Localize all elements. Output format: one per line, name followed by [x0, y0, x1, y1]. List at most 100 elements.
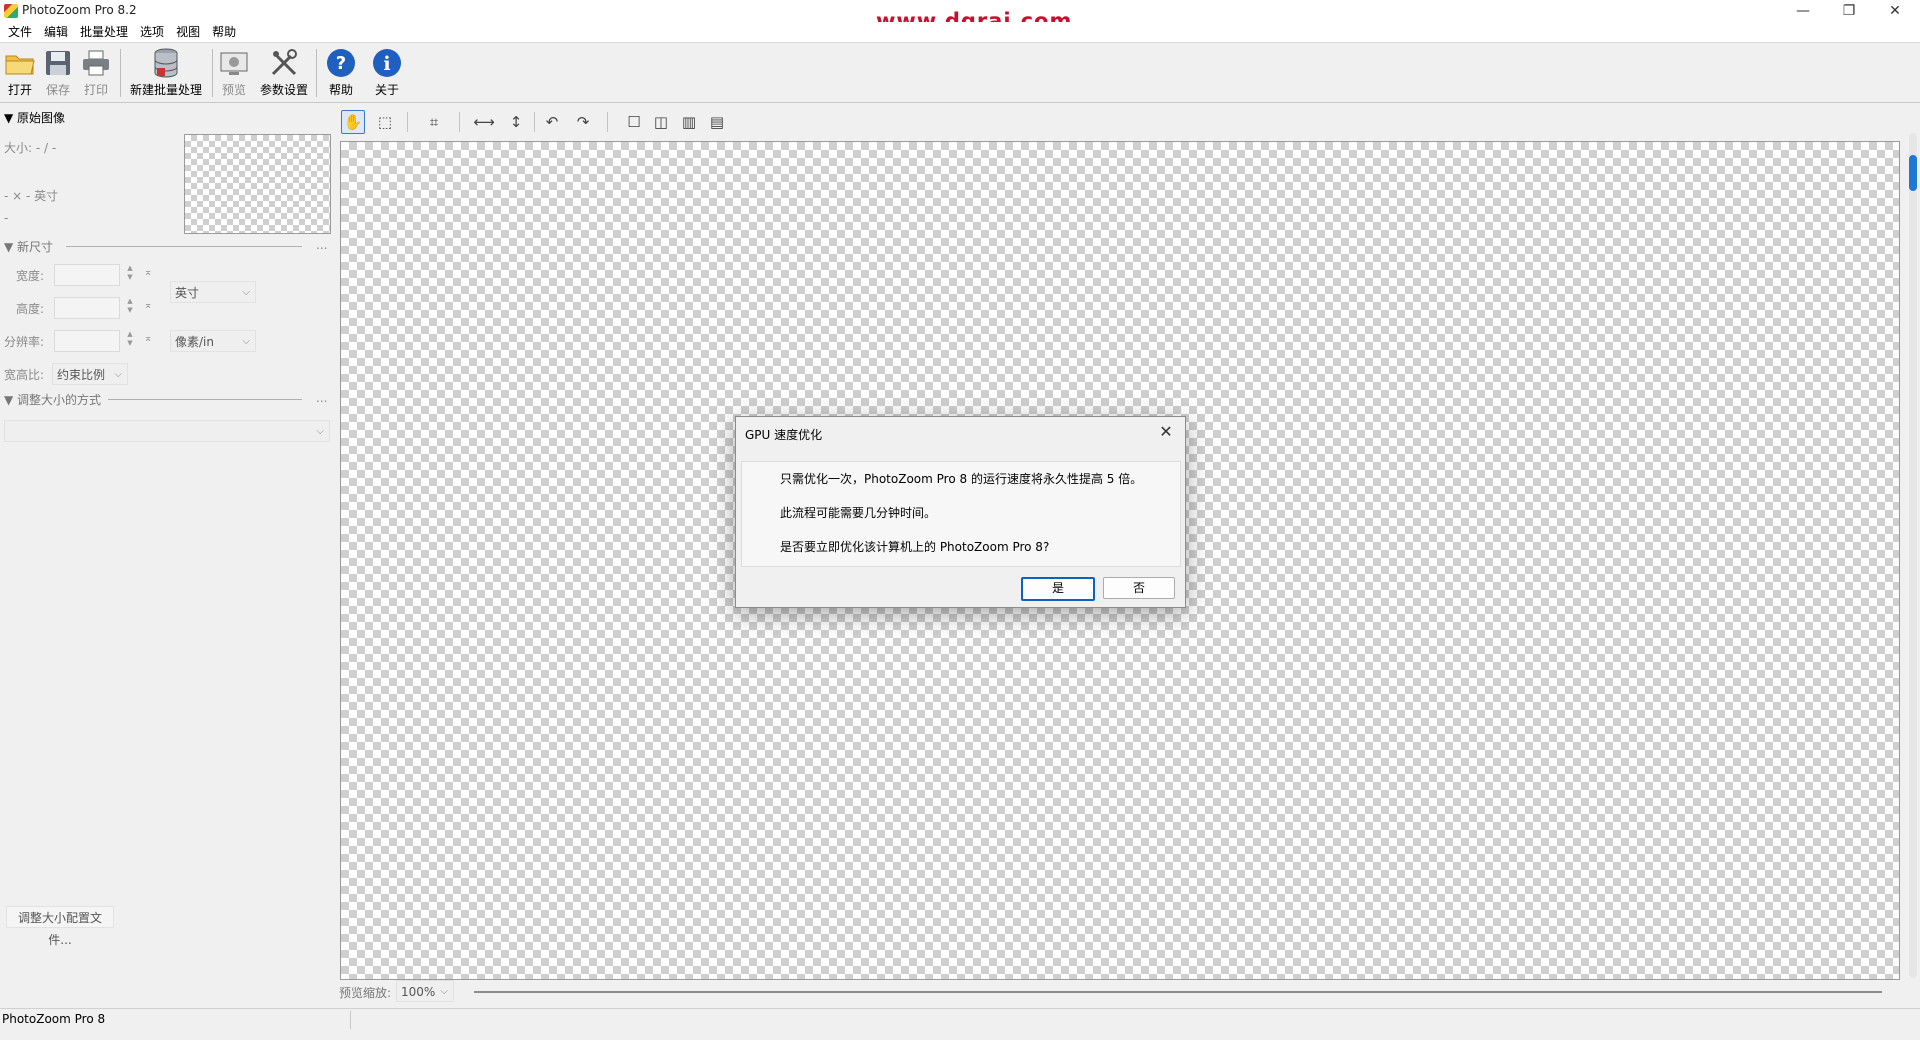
floppy-icon — [42, 47, 74, 79]
toolbar: 打开 保存 打印 新建批量处理 预览 参数设置 ? 帮助 i 关于 — [0, 43, 1920, 103]
resize-method-more[interactable]: ... — [316, 391, 327, 405]
open-button[interactable]: 打开 — [2, 45, 38, 99]
status-bar: PhotoZoom Pro 8 — [0, 1008, 1920, 1031]
lock-icon[interactable]: ⌅ — [144, 267, 152, 278]
dialog-message-line: 只需优化一次，PhotoZoom Pro 8 的运行速度将永久性提高 5 倍。 — [780, 472, 1143, 486]
close-button[interactable]: ✕ — [1872, 0, 1918, 22]
tools-icon — [268, 47, 300, 79]
menu-batch[interactable]: 批量处理 — [74, 22, 134, 42]
resolution-input[interactable] — [54, 330, 120, 352]
database-icon — [150, 47, 182, 79]
dialog-message-line: 是否要立即优化该计算机上的 PhotoZoom Pro 8? — [780, 540, 1050, 554]
about-button[interactable]: i 关于 — [368, 45, 406, 99]
minimize-button[interactable]: — — [1780, 0, 1826, 22]
resolution-unit-select[interactable]: 像素/in ⌵ — [170, 330, 256, 352]
status-divider — [350, 1011, 351, 1029]
chevron-down-icon: ⌵ — [440, 986, 448, 997]
divider — [108, 399, 302, 400]
svg-text:i: i — [383, 53, 390, 75]
question-icon: ? — [325, 47, 357, 79]
svg-text:?: ? — [336, 53, 346, 74]
no-button[interactable]: 否 — [1103, 577, 1175, 599]
tool-separator — [534, 112, 535, 132]
hand-tool-icon[interactable]: ✋ — [341, 110, 365, 134]
zoom-label: 预览缩放: — [339, 986, 392, 1000]
gpu-optimize-dialog: GPU 速度优化 ✕ 只需优化一次，PhotoZoom Pro 8 的运行速度将… — [735, 416, 1186, 608]
scrollbar-thumb[interactable] — [1909, 155, 1917, 191]
resize-method-select[interactable]: ⌵ — [4, 420, 330, 442]
resize-method-header[interactable]: ▼ 调整大小的方式 — [4, 391, 101, 408]
new-size-header[interactable]: ▼ 新尺寸 — [4, 238, 53, 255]
maximize-button[interactable]: ❐ — [1826, 0, 1872, 22]
resize-profile-button[interactable]: 调整大小配置文件... — [6, 906, 114, 947]
original-image-header[interactable]: ▼ 原始图像 — [4, 109, 65, 126]
window-title: PhotoZoom Pro 8.2 — [22, 3, 137, 17]
yes-button[interactable]: 是 — [1021, 577, 1095, 601]
height-input[interactable] — [54, 297, 120, 319]
unit-select[interactable]: 英寸 ⌵ — [170, 281, 256, 303]
width-input[interactable] — [54, 264, 120, 286]
rotate-right-icon[interactable]: ↷ — [571, 110, 595, 134]
new-batch-button[interactable]: 新建批量处理 — [126, 45, 206, 99]
aspect-label: 宽高比: — [4, 368, 45, 382]
divider — [66, 246, 302, 247]
print-button[interactable]: 打印 — [78, 45, 114, 99]
settings-button[interactable]: 参数设置 — [258, 45, 310, 99]
height-label: 高度: — [16, 302, 45, 316]
crop-icon[interactable]: ⌗ — [422, 110, 446, 134]
toolbar-separator — [212, 49, 213, 97]
tool-separator — [459, 112, 460, 132]
zoom-slider[interactable] — [474, 991, 1882, 993]
status-text: PhotoZoom Pro 8 — [2, 1012, 106, 1026]
help-button[interactable]: ? 帮助 — [322, 45, 360, 99]
info-icon: i — [371, 47, 403, 79]
preview-button[interactable]: 预览 — [216, 45, 252, 99]
aspect-select[interactable]: 约束比例 ⌵ — [52, 363, 128, 385]
vertical-scrollbar[interactable] — [1908, 133, 1918, 978]
menu-bar: 文件 编辑 批量处理 选项 视图 帮助 — [0, 22, 1920, 43]
app-icon — [4, 4, 18, 18]
menu-view[interactable]: 视图 — [170, 22, 206, 42]
tool-separator — [407, 112, 408, 132]
save-button[interactable]: 保存 — [40, 45, 76, 99]
left-panel: ▼ 原始图像 大小: - / - - × - 英寸 - ▼ 新尺寸 ... 宽度… — [0, 103, 334, 1008]
menu-help[interactable]: 帮助 — [206, 22, 242, 42]
resolution-label: 分辨率: — [4, 335, 45, 349]
chevron-down-icon: ⌵ — [114, 369, 122, 380]
rotate-left-icon[interactable]: ↶ — [540, 110, 564, 134]
split-view-icon[interactable]: ◫ — [649, 110, 673, 134]
dimensions-label: - × - 英寸 — [4, 189, 59, 203]
lock-icon[interactable]: ⌅ — [144, 300, 152, 311]
dash-label: - — [4, 211, 9, 225]
menu-edit[interactable]: 编辑 — [38, 22, 74, 42]
chevron-down-icon: ⌵ — [316, 426, 324, 437]
side-by-side-icon[interactable]: ▥ — [677, 110, 701, 134]
toolbar-separator — [316, 49, 317, 97]
toolbar-separator — [120, 49, 121, 97]
select-tool-icon[interactable]: ⬚ — [373, 110, 397, 134]
width-spinner[interactable]: ▲ ▼ — [124, 264, 136, 284]
height-spinner[interactable]: ▲ ▼ — [124, 297, 136, 317]
lock-icon[interactable]: ⌅ — [144, 333, 152, 344]
flip-vertical-icon[interactable]: ↕ — [504, 110, 528, 134]
zoom-select[interactable]: 100% ⌵ — [396, 980, 454, 1002]
folder-icon — [4, 47, 36, 79]
menu-options[interactable]: 选项 — [134, 22, 170, 42]
dialog-title: GPU 速度优化 — [745, 428, 823, 442]
printer-icon — [80, 47, 112, 79]
width-label: 宽度: — [16, 269, 45, 283]
chevron-down-icon: ⌵ — [242, 336, 250, 347]
tool-separator — [607, 112, 608, 132]
single-view-icon[interactable]: ☐ — [622, 110, 646, 134]
flip-horizontal-icon[interactable]: ⟷ — [472, 110, 496, 134]
dialog-message-line: 此流程可能需要几分钟时间。 — [780, 506, 937, 520]
resolution-spinner[interactable]: ▲ ▼ — [124, 330, 136, 350]
preview-icon — [218, 47, 250, 79]
stacked-view-icon[interactable]: ▤ — [705, 110, 729, 134]
menu-file[interactable]: 文件 — [2, 22, 38, 42]
new-size-more[interactable]: ... — [316, 238, 327, 252]
size-label: 大小: - / - — [4, 141, 57, 155]
title-bar: PhotoZoom Pro 8.2 www.dgrai.com — ❐ ✕ — [0, 0, 1920, 33]
dialog-close-icon[interactable]: ✕ — [1155, 421, 1177, 443]
original-thumbnail — [184, 134, 331, 234]
